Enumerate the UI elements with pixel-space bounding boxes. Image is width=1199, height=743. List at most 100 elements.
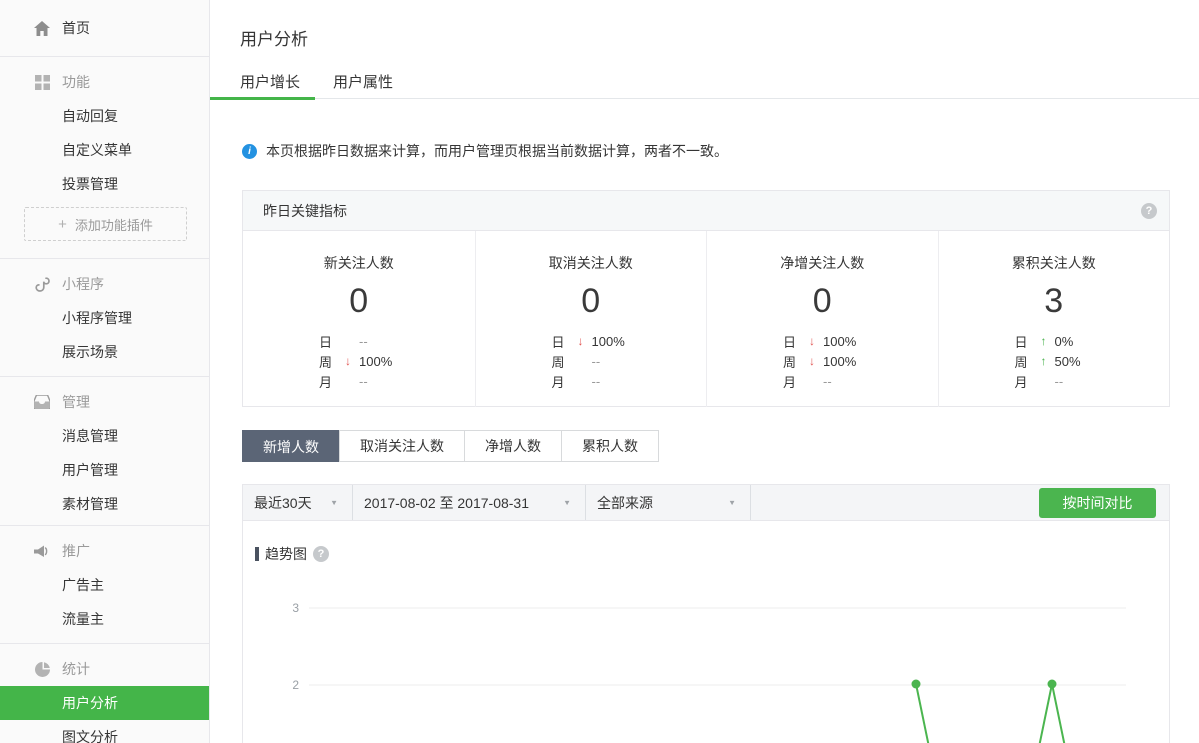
svg-text:2: 2	[292, 678, 299, 692]
kpi-label: 取消关注人数	[476, 253, 707, 273]
stat-value: 100%	[823, 354, 856, 369]
sidebar-item-home[interactable]: 首页	[0, 0, 209, 57]
stat-period: 周	[319, 352, 345, 371]
stat-period: 月	[552, 372, 578, 391]
chevron-down-icon: ▼	[330, 498, 338, 506]
sidebar-item-advertiser[interactable]: 广告主	[0, 568, 209, 602]
sidebar-item-article-analysis[interactable]: 图文分析	[0, 720, 209, 743]
tab-user-growth[interactable]: 用户增长	[240, 71, 300, 92]
tabs-divider	[210, 98, 1199, 99]
stat-row-month: 月 --	[1015, 371, 1170, 391]
sidebar-item-custom-menu[interactable]: 自定义菜单	[0, 133, 209, 167]
metric-tab-new[interactable]: 新增人数	[242, 430, 340, 462]
stat-value: --	[592, 374, 601, 389]
tab-user-attributes[interactable]: 用户属性	[333, 71, 393, 92]
sidebar-section-label: 统计	[62, 659, 90, 679]
info-icon: i	[242, 144, 257, 159]
kpi-card-header: 昨日关键指标 ?	[243, 191, 1169, 231]
plus-icon: +	[58, 216, 67, 233]
kpi-stats: 日 ↓ 100% 周 ↓ 100% 月 --	[783, 331, 938, 391]
stat-value: --	[359, 374, 368, 389]
trend-chart-svg: 32	[243, 521, 1171, 743]
stat-value: --	[1055, 374, 1064, 389]
sidebar-section-header: 功能	[0, 65, 209, 99]
trend-arrow-icon: ↓	[809, 354, 823, 368]
stat-period: 日	[319, 332, 345, 351]
sidebar-item-material-manage[interactable]: 素材管理	[0, 487, 209, 521]
stat-value: 100%	[592, 334, 625, 349]
sidebar-section-header: 统计	[0, 652, 209, 686]
stat-period: 月	[319, 372, 345, 391]
stat-row-week: 周 ↑ 50%	[1015, 351, 1170, 371]
stat-period: 日	[783, 332, 809, 351]
kpi-label: 净增关注人数	[707, 253, 938, 273]
date-range-select[interactable]: 最近30天 ▼	[243, 485, 353, 520]
add-plugin-label: 添加功能插件	[75, 215, 153, 234]
stat-value: 100%	[359, 354, 392, 369]
date-picker[interactable]: 2017-08-02 至 2017-08-31 ▼	[353, 485, 586, 520]
stat-row-week: 周 --	[552, 351, 707, 371]
help-icon[interactable]: ?	[1141, 203, 1157, 219]
sidebar-item-traffic-owner[interactable]: 流量主	[0, 602, 209, 636]
stat-row-day: 日 --	[319, 331, 475, 351]
active-tab-indicator	[210, 97, 315, 100]
sidebar-section-features: 功能 自动回复 自定义菜单 投票管理 + 添加功能插件	[0, 57, 209, 258]
kpi-value: 0	[476, 279, 707, 323]
trend-arrow-icon: ↓	[345, 354, 359, 368]
trend-arrow-icon: ↓	[578, 334, 592, 348]
stat-row-month: 月 --	[319, 371, 475, 391]
sidebar-section-header: 小程序	[0, 267, 209, 301]
stat-value: 0%	[1055, 334, 1074, 349]
stat-value: --	[823, 374, 832, 389]
metric-tab-total[interactable]: 累积人数	[561, 430, 659, 462]
stat-row-day: 日 ↑ 0%	[1015, 331, 1170, 351]
notice-text: 本页根据昨日数据来计算，而用户管理页根据当前数据计算，两者不一致。	[266, 141, 728, 161]
stat-row-month: 月 --	[552, 371, 707, 391]
stat-value: 100%	[823, 334, 856, 349]
miniprogram-icon	[34, 276, 50, 292]
kpi-value: 0	[707, 279, 938, 323]
kpi-value: 3	[939, 279, 1170, 323]
kpi-card-title: 昨日关键指标	[263, 201, 347, 221]
sidebar-item-message-manage[interactable]: 消息管理	[0, 419, 209, 453]
stat-period: 周	[783, 352, 809, 371]
sidebar-section-manage: 管理 消息管理 用户管理 素材管理	[0, 376, 209, 525]
filter-bar: 最近30天 ▼ 2017-08-02 至 2017-08-31 ▼ 全部来源 ▼…	[243, 485, 1169, 521]
main-content: 用户分析 用户增长 用户属性 i 本页根据昨日数据来计算，而用户管理页根据当前数…	[210, 0, 1199, 743]
stat-period: 周	[552, 352, 578, 371]
stat-value: --	[592, 354, 601, 369]
sidebar-section-header: 管理	[0, 385, 209, 419]
grid-icon	[34, 74, 50, 90]
pie-icon	[34, 661, 50, 677]
kpi-total-followers: 累积关注人数 3 日 ↑ 0% 周 ↑ 50%	[938, 231, 1170, 407]
source-value: 全部来源	[597, 493, 653, 513]
stat-row-week: 周 ↓ 100%	[319, 351, 475, 371]
sidebar-item-display-scene[interactable]: 展示场景	[0, 335, 209, 369]
sidebar-item-user-manage[interactable]: 用户管理	[0, 453, 209, 487]
compare-by-time-button[interactable]: 按时间对比	[1039, 488, 1156, 518]
metric-tab-net[interactable]: 净增人数	[464, 430, 562, 462]
sidebar-item-miniprogram-manage[interactable]: 小程序管理	[0, 301, 209, 335]
sidebar-item-user-analysis[interactable]: 用户分析	[0, 686, 209, 720]
kpi-unfollowers: 取消关注人数 0 日 ↓ 100% 周 --	[475, 231, 707, 407]
source-select[interactable]: 全部来源 ▼	[586, 485, 751, 520]
stat-row-day: 日 ↓ 100%	[783, 331, 938, 351]
sidebar: 首页 功能 自动回复 自定义菜单 投票管理 + 添加功能插件	[0, 0, 210, 743]
megaphone-icon	[34, 543, 50, 559]
kpi-stats: 日 ↑ 0% 周 ↑ 50% 月 --	[1015, 331, 1170, 391]
stat-period: 月	[783, 372, 809, 391]
sidebar-section-label: 管理	[62, 392, 90, 412]
sidebar-item-auto-reply[interactable]: 自动回复	[0, 99, 209, 133]
metric-tab-unfollow[interactable]: 取消关注人数	[339, 430, 465, 462]
page-title: 用户分析	[240, 25, 308, 50]
stat-row-day: 日 ↓ 100%	[552, 331, 707, 351]
sidebar-item-vote-manage[interactable]: 投票管理	[0, 167, 209, 201]
add-plugin-button[interactable]: + 添加功能插件	[24, 207, 187, 241]
kpi-stats: 日 -- 周 ↓ 100% 月 --	[319, 331, 475, 391]
kpi-label: 新关注人数	[243, 253, 475, 273]
sidebar-section-label: 小程序	[62, 274, 104, 294]
date-range-value: 最近30天	[254, 493, 312, 513]
svg-text:3: 3	[292, 601, 299, 615]
stat-row-week: 周 ↓ 100%	[783, 351, 938, 371]
kpi-card: 昨日关键指标 ? 新关注人数 0 日 -- 周 ↓	[242, 190, 1170, 407]
